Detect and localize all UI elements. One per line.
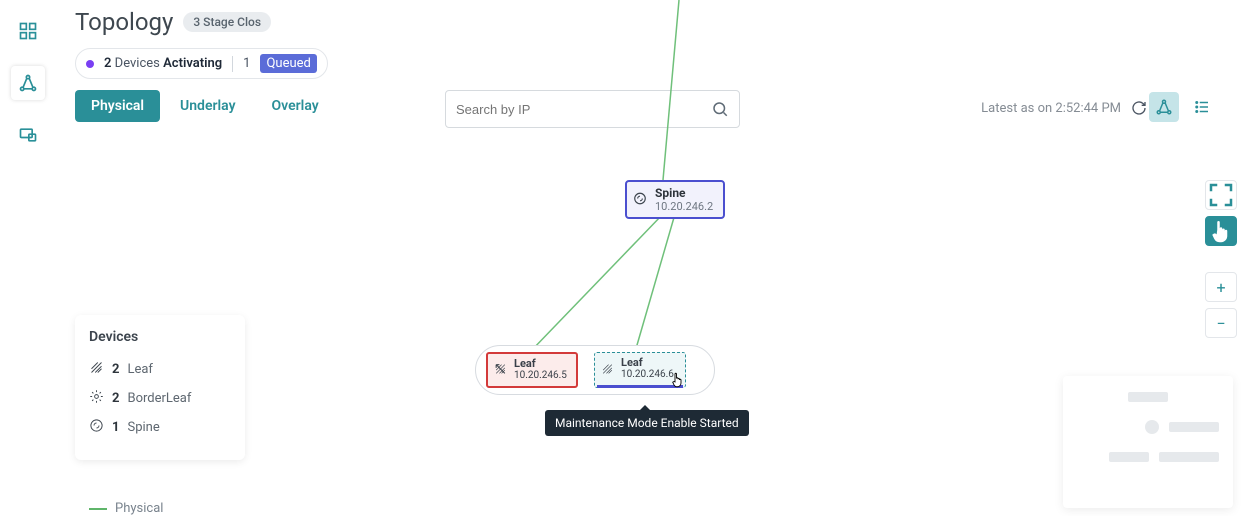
zoom-out-button[interactable]: − [1205, 308, 1237, 338]
left-nav-rail [0, 0, 55, 516]
legend-physical: Physical [89, 501, 231, 516]
borderleaf-icon [89, 389, 104, 408]
search-input-wrap[interactable] [445, 90, 740, 128]
placeholder-bar [1159, 452, 1219, 462]
status-pill[interactable]: 2 Devices Activating 1 Queued [75, 48, 328, 79]
main-content: Topology 3 Stage Clos 2 Devices Activati… [55, 0, 1257, 516]
status-mid: Devices [115, 56, 160, 71]
stage-badge: 3 Stage Clos [183, 12, 271, 32]
spine-icon [89, 418, 104, 437]
devices-panel-title: Devices [89, 329, 231, 345]
latest-label: Latest as on 2:52:44 PM [981, 101, 1121, 116]
queued-count: 1 [243, 56, 250, 71]
device-label: Leaf [127, 362, 153, 377]
tab-search-row: Physical Underlay Overlay Latest as on 2… [75, 90, 1237, 122]
node-leaf2-ip: 10.20.246.6 [621, 369, 679, 380]
device-row-borderleaf: 2 BorderLeaf [89, 384, 231, 413]
placeholder-bar [1169, 422, 1219, 432]
placeholder-bar [1128, 392, 1168, 402]
device-row-leaf: 2 Leaf [89, 355, 231, 384]
search-icon[interactable] [711, 100, 729, 118]
legend-panel: Physical [75, 485, 245, 516]
device-count: 1 [112, 420, 119, 435]
topology-canvas[interactable]: Spine 10.20.246.2 Leaf 10.20.246.5 Leaf … [55, 130, 1257, 516]
tab-underlay[interactable]: Underlay [164, 90, 251, 122]
minimap-panel [1063, 376, 1233, 508]
device-count: 2 [112, 391, 119, 406]
node-spine-label: Spine [655, 186, 713, 200]
node-tooltip: Maintenance Mode Enable Started [545, 410, 749, 436]
node-leaf-2[interactable]: Leaf 10.20.246.6 [594, 352, 686, 388]
pan-button[interactable] [1205, 216, 1237, 246]
queued-badge: Queued [260, 54, 316, 73]
leaf-icon [494, 361, 507, 380]
device-row-spine: 1 Spine [89, 413, 231, 442]
node-leaf1-label: Leaf [514, 357, 570, 370]
tabs-group: Physical Underlay Overlay [75, 90, 335, 122]
list-view-icon[interactable] [1187, 92, 1217, 122]
tab-overlay[interactable]: Overlay [256, 90, 335, 122]
device-label: BorderLeaf [127, 391, 191, 406]
node-spine[interactable]: Spine 10.20.246.2 [625, 180, 725, 219]
node-leaf2-label: Leaf [621, 356, 679, 369]
status-divider [232, 56, 233, 72]
placeholder-row [1077, 420, 1219, 434]
nav-dashboard-icon[interactable] [11, 14, 45, 48]
page-title: Topology [75, 8, 173, 36]
view-controls: + − [1205, 180, 1237, 338]
device-label: Spine [127, 420, 159, 435]
status-count: 2 [104, 56, 111, 71]
page-header: Topology 3 Stage Clos [75, 8, 271, 36]
node-leaf-1[interactable]: Leaf 10.20.246.5 [486, 352, 578, 388]
zoom-in-button[interactable]: + [1205, 272, 1237, 302]
topology-view-icon[interactable] [1149, 92, 1179, 122]
right-toolbar [1149, 92, 1217, 122]
node-leaf1-ip: 10.20.246.5 [514, 370, 570, 381]
refresh-icon[interactable] [1131, 100, 1147, 116]
search-input[interactable] [456, 102, 711, 117]
spine-icon [633, 190, 647, 209]
leaf-icon [89, 360, 104, 379]
fullscreen-button[interactable] [1205, 180, 1237, 210]
placeholder-dot [1145, 420, 1159, 434]
placeholder-row [1077, 452, 1219, 462]
status-state: Activating [163, 56, 222, 71]
tab-physical[interactable]: Physical [75, 90, 160, 122]
legend-label: Physical [115, 501, 163, 516]
status-text: 2 Devices Activating [104, 56, 222, 71]
legend-line-icon [89, 508, 107, 510]
nav-devices-icon[interactable] [11, 118, 45, 152]
node-spine-ip: 10.20.246.2 [655, 200, 713, 213]
devices-panel: Devices 2 Leaf 2 BorderLeaf 1 [75, 315, 245, 460]
leaf-group: Leaf 10.20.246.5 Leaf 10.20.246.6 [475, 345, 715, 395]
latest-status: Latest as on 2:52:44 PM [981, 100, 1147, 116]
placeholder-bar [1109, 452, 1149, 462]
device-count: 2 [112, 362, 119, 377]
nav-topology-icon[interactable] [11, 66, 45, 100]
status-dot-icon [86, 60, 94, 68]
leaf-icon [601, 361, 614, 380]
